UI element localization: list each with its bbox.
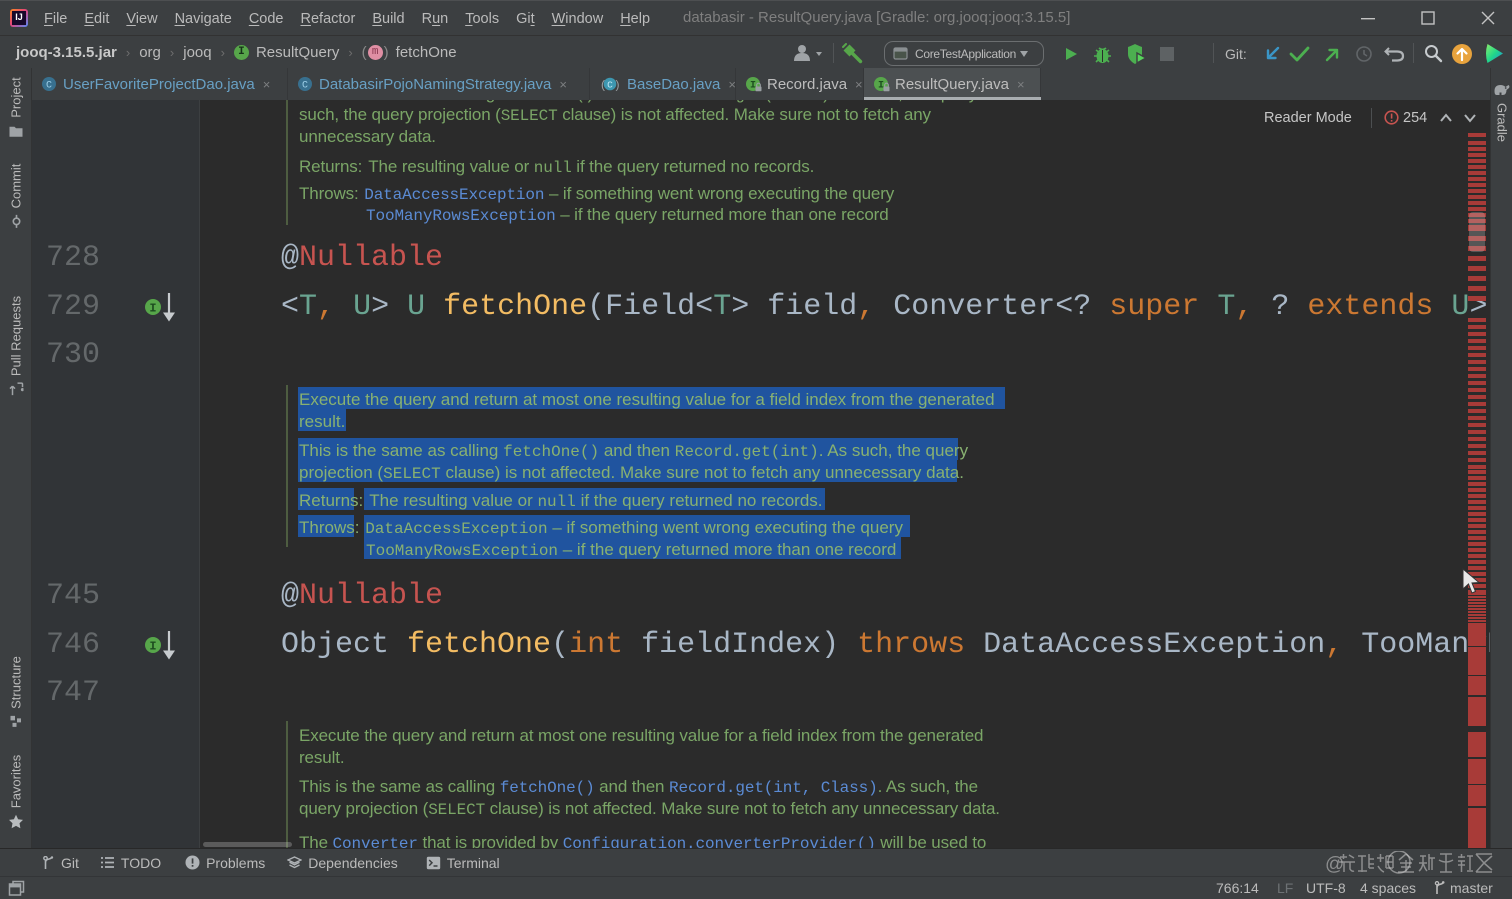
svg-text:I: I [149,302,156,316]
svg-text:): ) [616,78,620,92]
svg-text:C: C [46,81,52,92]
svg-text:C: C [607,79,613,90]
svg-text:I: I [750,81,756,92]
svg-text:C: C [302,81,308,92]
svg-text:I: I [878,81,884,92]
svg-text:I: I [149,640,156,654]
